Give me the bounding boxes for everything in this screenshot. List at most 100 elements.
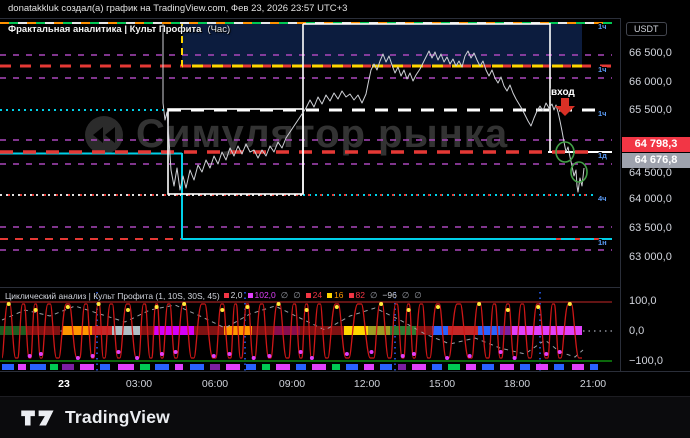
timeframe-tag: 1н <box>598 238 607 247</box>
price-axis-label: 66 000,0 <box>629 76 672 88</box>
osc-dot <box>245 305 249 309</box>
oscillator-legend[interactable]: Циклический анализ | Культ Профита (1, 1… <box>5 290 427 301</box>
osc-dot <box>212 354 216 358</box>
oscillator-value: ∅ <box>293 290 300 300</box>
osc-dot <box>412 352 416 356</box>
cycle-tick-segment <box>296 364 306 370</box>
osc-dot <box>499 350 503 354</box>
oscillator-value: 16 <box>334 290 343 300</box>
cycle-tick-segment <box>380 364 392 370</box>
cycle-band-segment <box>274 326 300 335</box>
cycle-band-segment <box>112 326 140 335</box>
cycle-tick-segment <box>432 364 442 370</box>
cycle-tick-segment <box>346 364 358 370</box>
osc-dot <box>513 356 517 360</box>
cycle-tick-segment <box>262 364 270 370</box>
cycle-tick-segment <box>572 364 584 370</box>
footer-bar: TradingView <box>0 396 690 438</box>
cycle-band-segment <box>62 326 92 335</box>
osc-dot <box>305 308 309 312</box>
osc-dot <box>544 352 548 356</box>
oscillator-value: 24 <box>313 290 322 300</box>
price-axis-label: 63 500,0 <box>629 222 672 234</box>
cycle-tick-segment <box>100 364 110 370</box>
osc-dot <box>39 352 43 356</box>
oscillator-axis-label: 100,0 <box>629 295 657 307</box>
osc-dot <box>117 350 121 354</box>
osc-dot <box>91 354 95 358</box>
oscillator-value: 82 <box>356 290 365 300</box>
osc-dot <box>174 350 178 354</box>
cycle-tick-segment <box>554 364 564 370</box>
osc-dot <box>345 352 349 356</box>
timeframe-tag: 1ч <box>598 65 607 74</box>
cycle-tick-segment <box>80 364 94 370</box>
osc-dot <box>76 356 80 360</box>
last-price-badge: 64 676,8 <box>622 153 690 168</box>
osc-dot <box>506 308 510 312</box>
cycle-tick-segment <box>50 364 58 370</box>
value-chip <box>327 293 332 298</box>
osc-dot <box>34 308 38 312</box>
time-axis-label: 12:00 <box>354 378 380 390</box>
cycle-band-segment <box>390 326 416 335</box>
osc-dot <box>155 305 159 309</box>
time-axis-label: 03:00 <box>126 378 152 390</box>
osc-dot <box>468 354 472 358</box>
price-axis-label: 63 000,0 <box>629 251 672 263</box>
value-chip <box>248 293 253 298</box>
osc-dot <box>445 356 449 360</box>
currency-badge[interactable]: USDT <box>626 22 667 36</box>
cycle-tick-segment <box>276 364 290 370</box>
value-chip <box>306 293 311 298</box>
osc-dot <box>370 350 374 354</box>
indicator-title: Фрактальная аналитика | Культ Профита <box>8 24 201 35</box>
cycle-tick-segment <box>590 364 598 370</box>
osc-dot <box>126 308 130 312</box>
cycle-band-segment <box>500 326 512 335</box>
osc-dot <box>310 356 314 360</box>
timeframe-tag: 1ч <box>598 22 607 31</box>
price-axis-label: 64 500,0 <box>629 167 672 179</box>
cycle-tick-segment <box>155 364 169 370</box>
osc-dot <box>267 354 271 358</box>
cycle-tick-segment <box>118 364 134 370</box>
cycle-tick-segment <box>364 364 374 370</box>
attribution-bar: donatakkluk создал(а) график на TradingV… <box>0 0 690 18</box>
cycle-tick-segment <box>466 364 476 370</box>
cycle-tick-segment <box>448 364 460 370</box>
osc-dot <box>299 350 303 354</box>
cycle-tick-segment <box>500 364 514 370</box>
chart-legend[interactable]: Фрактальная аналитика | Культ Профита (Ча… <box>8 24 230 35</box>
price-axis-label: 64 000,0 <box>629 193 672 205</box>
oscillator-title: Циклический анализ | Культ Профита (1, 1… <box>5 291 220 301</box>
cycle-tick-segment <box>175 364 183 370</box>
osc-dot <box>97 302 101 306</box>
time-axis-label: 18:00 <box>504 378 530 390</box>
price-axis-label: 66 500,0 <box>629 47 672 59</box>
osc-dot <box>401 354 405 358</box>
cycle-tick-segment <box>412 364 426 370</box>
entry-label: вход <box>551 87 575 98</box>
osc-dot <box>436 305 440 309</box>
main-chart-plot[interactable]: вход1ч1ч1ч1д4ч1н <box>0 18 620 287</box>
time-axis[interactable]: 2303:0006:0009:0012:0015:0018:0021:00 <box>0 371 690 397</box>
time-axis-label: 09:00 <box>279 378 305 390</box>
tradingview-screenshot: donatakkluk создал(а) график на TradingV… <box>0 0 690 438</box>
osc-dot <box>558 350 562 354</box>
oscillator-value: 102,0 <box>255 290 276 300</box>
oscillator-value: ∅ <box>414 290 421 300</box>
navy-zone-box <box>182 24 582 66</box>
timeframe-tag: 4ч <box>598 194 607 203</box>
oscillator-axis-label: 0,0 <box>629 325 644 337</box>
cycle-tick-segment <box>30 364 46 370</box>
tradingview-logo-text[interactable]: TradingView <box>65 407 170 428</box>
osc-dot <box>379 302 383 306</box>
chart-timeframe: (Час) <box>207 24 230 35</box>
osc-dot <box>536 305 540 309</box>
tradingview-logo-icon[interactable] <box>20 406 56 430</box>
oscillator-values: 2,0102,0∅∅241682∅−96∅∅ <box>224 290 427 301</box>
price-axis[interactable]: USDT 66 500,066 000,065 500,064 500,064 … <box>620 18 690 371</box>
time-axis-label: 15:00 <box>429 378 455 390</box>
cycle-tick-segment <box>312 364 326 370</box>
